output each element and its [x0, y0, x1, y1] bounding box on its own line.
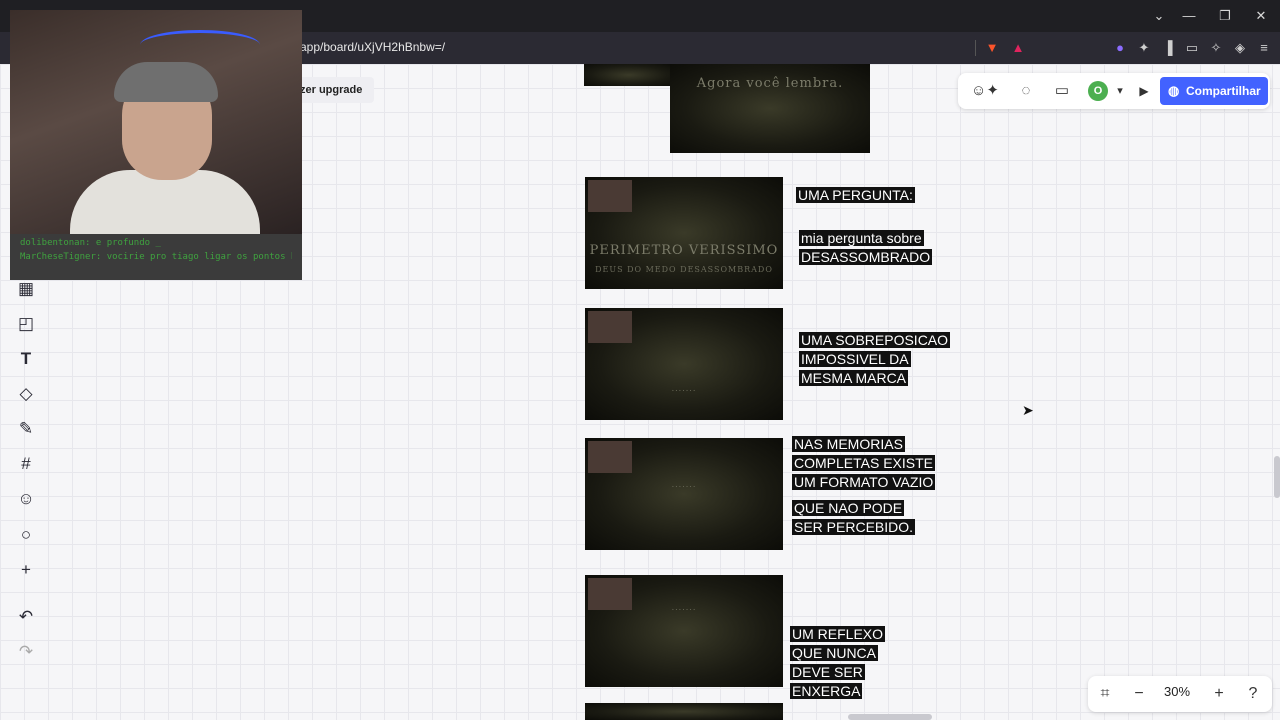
sidebar-icon[interactable]: ▐ [1160, 40, 1176, 56]
help-icon[interactable]: ? [1242, 683, 1264, 705]
sticker-icon[interactable]: ☺ [8, 484, 44, 514]
frame-icon[interactable]: # [8, 449, 44, 479]
webcam-overlay [10, 10, 302, 234]
vertical-scrollbar[interactable] [1274, 456, 1280, 498]
text-note[interactable]: UMA SOBREPOSICAO IMPOSSIVEL DA MESMA MAR… [799, 331, 959, 388]
text-note[interactable]: mia pergunta sobre DESASSOMBRADO [799, 229, 939, 267]
close-window-button[interactable]: ✕ [1246, 6, 1276, 26]
text-note[interactable]: QUE NAO PODE SER PERCEBIDO. [792, 499, 932, 537]
frame-caption: Agora você lembra. [696, 76, 844, 91]
chat-icon[interactable]: ◌ [1014, 80, 1038, 102]
redo-icon[interactable]: ↷ [8, 637, 44, 667]
brave-rewards-icon[interactable]: ▲ [1010, 40, 1026, 56]
frame-card[interactable]: Agora você lembra. [670, 64, 870, 153]
menu-icon[interactable]: ≡ [1256, 40, 1272, 56]
address-divider [975, 40, 976, 56]
shapes-icon[interactable]: ◇ [8, 379, 44, 409]
neon-light [140, 30, 260, 60]
frame-caption: ....... [671, 384, 697, 393]
share-button[interactable]: ◍ Compartilhar [1160, 77, 1268, 105]
streamer-cap [114, 62, 218, 102]
frame-card[interactable]: ....... [585, 438, 783, 550]
brave-shield-icon[interactable]: ▼ [984, 40, 1000, 56]
present-icon[interactable]: ▶ [1132, 80, 1156, 102]
url-field[interactable]: app/board/uXjVH2hBnbw=/ [300, 40, 445, 54]
frame-caption: ....... [671, 603, 697, 612]
extensions-icon[interactable]: ✦ [1136, 40, 1152, 56]
frame-partial[interactable] [584, 64, 674, 86]
vpn-icon[interactable]: ◈ [1232, 40, 1248, 56]
zoom-level[interactable]: 30% [1164, 684, 1190, 699]
share-label: Compartilhar [1186, 84, 1261, 98]
text-note[interactable]: UMA PERGUNTA: [796, 186, 926, 205]
reactions-icon[interactable]: ☺✦ [968, 80, 1002, 102]
minimize-button[interactable]: — [1174, 6, 1204, 26]
frame-card[interactable]: ....... [585, 308, 783, 420]
frame-thumbnail [588, 180, 632, 212]
zoom-control: ⌗ − 30% + ? [1088, 676, 1272, 712]
undo-icon[interactable]: ↶ [8, 602, 44, 632]
frame-caption: PERIMETRO VERISSIMO [589, 243, 779, 258]
upgrade-button[interactable]: zer upgrade [292, 77, 374, 103]
chat-message: MarCheseTigner: vocirie pro tiago ligar … [20, 252, 292, 262]
frame-thumbnail [588, 441, 632, 473]
fit-frame-icon[interactable]: ⌗ [1094, 683, 1116, 705]
tab-list-button[interactable]: ⌄ [1144, 6, 1174, 26]
frame-partial[interactable] [585, 703, 783, 720]
pen-icon[interactable]: ✎ [8, 414, 44, 444]
restore-button[interactable]: ❐ [1210, 6, 1240, 26]
extension-drop-icon[interactable]: ● [1112, 40, 1128, 56]
board-toolbar: ☺✦ ◌ ▭ O ▾ ▶ ◍ Compartilhar [958, 73, 1270, 109]
frame-caption: ....... [671, 480, 697, 489]
wallet-icon[interactable]: ▭ [1184, 40, 1200, 56]
add-icon[interactable]: + [8, 555, 44, 585]
chat-message: dolibentonan: e profundo _ [20, 238, 161, 248]
zoom-out-icon[interactable]: − [1128, 683, 1150, 705]
chat-overlay: dolibentonan: e profundo _ MarCheseTigne… [10, 234, 302, 280]
frame-subcaption: DEUS DO MEDO DESASSOMBRADO [595, 265, 773, 274]
chevron-down-icon[interactable]: ▾ [1108, 80, 1132, 102]
video-icon[interactable]: ▭ [1050, 80, 1074, 102]
zoom-in-icon[interactable]: + [1208, 683, 1230, 705]
globe-icon: ◍ [1168, 83, 1180, 98]
text-icon[interactable]: T [8, 344, 44, 374]
text-note[interactable]: NAS MEMORIAS COMPLETAS EXISTE UM FORMATO… [792, 435, 952, 492]
leo-ai-icon[interactable]: ✧ [1208, 40, 1224, 56]
comment-icon[interactable]: ○ [8, 520, 44, 550]
frame-card[interactable]: PERIMETRO VERISSIMO DEUS DO MEDO DESASSO… [585, 177, 783, 289]
horizontal-scrollbar[interactable] [848, 714, 932, 720]
avatar[interactable]: O [1088, 81, 1108, 101]
frame-thumbnail [588, 311, 632, 343]
sticky-note-icon[interactable]: ◰ [8, 309, 44, 339]
text-note[interactable]: UM REFLEXO QUE NUNCA DEVE SER ENXERGA [790, 625, 915, 701]
mouse-cursor-icon: ➤ [1022, 402, 1034, 418]
frame-card[interactable]: ....... [585, 575, 783, 687]
